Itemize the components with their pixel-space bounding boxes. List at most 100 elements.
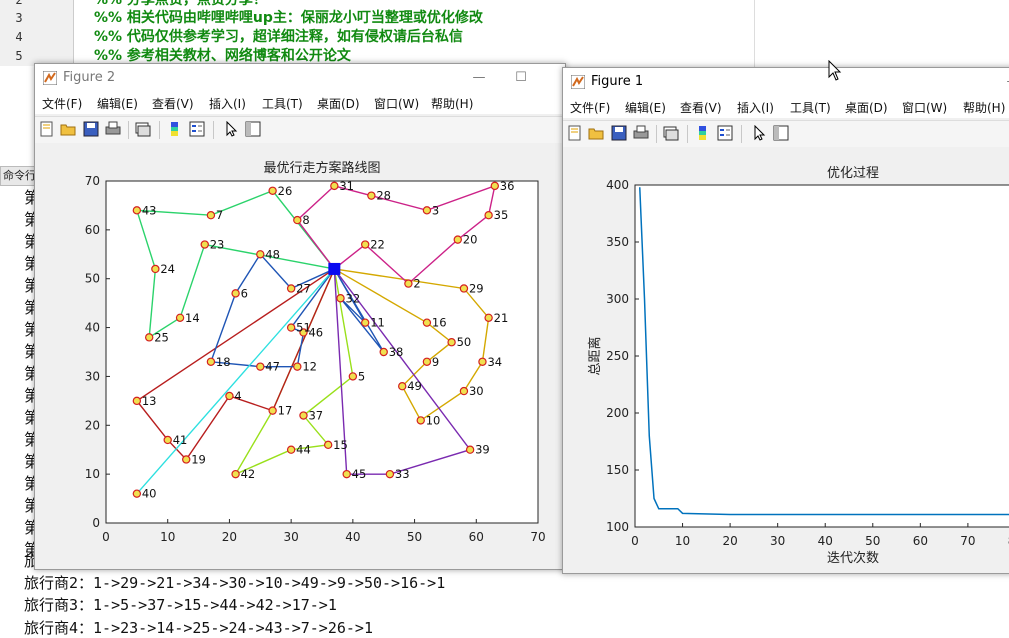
customer-point xyxy=(459,386,469,396)
legend-icon[interactable] xyxy=(189,121,205,137)
menu-item[interactable]: 桌面(D) xyxy=(317,95,360,112)
editor-line[interactable]: 4 %% 代码仅供参考学习，超详细注释，如有侵权请后台私信 xyxy=(0,27,1009,47)
customer-point xyxy=(330,181,339,191)
icon-shape xyxy=(87,123,95,128)
colorbar-icon[interactable] xyxy=(695,125,711,141)
point-label: 38 xyxy=(389,345,404,359)
customer-point xyxy=(286,284,296,293)
pointer-icon[interactable] xyxy=(223,121,239,137)
menu-item[interactable]: 文件(F) xyxy=(570,99,610,116)
menu-bar: 文件(F) 编辑(E) 查看(V) 插入(I) 工具(T) 桌面(D) 窗口(W) 帮助(H) xyxy=(35,92,565,114)
customer-point xyxy=(398,381,407,391)
figure-2-titlebar[interactable]: Figure 2 — ☐ xyxy=(35,64,565,92)
y-tick-label: 200 xyxy=(606,406,629,420)
menu-item[interactable]: 桌面(D) xyxy=(845,99,888,116)
print-icon[interactable] xyxy=(633,125,649,141)
maximize-button[interactable]: ☐ xyxy=(503,66,539,90)
figure-1-titlebar[interactable]: Figure 1 — xyxy=(563,68,1009,96)
line-number: 3 xyxy=(0,8,74,28)
point-label: 43 xyxy=(142,203,157,217)
code-editor[interactable]: 2 %% 分享点赞，点赞分享！ 3 %% 相关代码由哔哩哔哩up主：保丽龙小叮当… xyxy=(0,0,1009,70)
y-axis-label: 总距离 xyxy=(587,336,603,375)
matlab-logo-icon xyxy=(571,75,585,89)
command-output-line: 旅行商3：1->5->37->15->44->42->17->1 xyxy=(24,596,337,614)
icon-shape xyxy=(171,127,178,131)
customer-point xyxy=(293,362,302,371)
customer-point xyxy=(225,391,234,401)
point-label: 9 xyxy=(432,355,439,369)
customer-point xyxy=(348,372,358,381)
menu-item[interactable]: 编辑(E) xyxy=(97,95,138,112)
open-file-icon[interactable] xyxy=(60,121,76,137)
property-editor-icon[interactable] xyxy=(773,125,789,141)
x-tick-label: 70 xyxy=(530,530,545,544)
open-file-icon[interactable] xyxy=(588,125,604,141)
minimize-button[interactable]: — xyxy=(461,66,497,90)
icon-shape xyxy=(636,125,646,133)
print-icon[interactable] xyxy=(105,121,121,137)
customer-point xyxy=(132,489,142,498)
minimize-button[interactable]: — xyxy=(1003,70,1009,94)
menu-item[interactable]: 查看(V) xyxy=(152,95,194,112)
save-icon[interactable] xyxy=(83,121,99,137)
x-tick-label: 20 xyxy=(722,534,737,548)
customer-point xyxy=(132,396,142,406)
icon-shape xyxy=(699,131,706,135)
customer-point xyxy=(256,250,265,259)
point-label: 51 xyxy=(296,321,311,335)
menu-item[interactable]: 工具(T) xyxy=(262,95,303,112)
customer-point xyxy=(336,294,345,303)
figure-1-window[interactable]: Figure 1 — 文件(F) 编辑(E) 查看(V) 插入(I) 工具(T) 桌面(D… xyxy=(562,67,1009,574)
point-label: 34 xyxy=(487,355,502,369)
menu-item[interactable]: 帮助(H) xyxy=(431,95,473,112)
menu-item[interactable]: 窗口(W) xyxy=(374,95,419,112)
editor-line[interactable]: 3 %% 相关代码由哔哩哔哩up主：保丽龙小叮当整理或优化修改 xyxy=(0,8,1009,28)
y-tick-label: 300 xyxy=(606,292,629,306)
link-plot-icon[interactable] xyxy=(135,121,151,137)
y-tick-label: 30 xyxy=(85,369,100,383)
property-editor-icon[interactable] xyxy=(245,121,261,137)
route-chart: 最优行走方案路线图 0 10 20 30 40 50 60 70 0 10 20 30 40 50 60 70 2… xyxy=(85,160,546,544)
figure-2-window[interactable]: Figure 2 — ☐ 文件(F) 编辑(E) 查看(V) 插入(I) 工具(T) 桌面… xyxy=(34,63,566,570)
customer-point xyxy=(404,279,413,288)
chart-title: 优化过程 xyxy=(827,166,879,181)
customer-point xyxy=(151,264,160,274)
colorbar-icon[interactable] xyxy=(167,121,183,137)
new-figure-icon[interactable] xyxy=(39,121,55,137)
figure-toolbar xyxy=(35,116,565,144)
x-tick-label: 70 xyxy=(960,534,975,548)
icon-shape xyxy=(60,124,76,136)
toolbar-separator xyxy=(687,125,688,143)
link-plot-icon[interactable] xyxy=(663,125,679,141)
customer-point xyxy=(206,357,216,366)
menu-item[interactable]: 帮助(H) xyxy=(963,99,1005,116)
menu-item[interactable]: 工具(T) xyxy=(790,99,831,116)
point-label: 12 xyxy=(302,360,317,374)
menu-item[interactable]: 插入(I) xyxy=(737,99,774,116)
pointer-icon[interactable] xyxy=(751,125,767,141)
customer-point xyxy=(422,206,432,215)
x-tick-label: 60 xyxy=(469,530,484,544)
menu-item[interactable]: 窗口(W) xyxy=(902,99,947,116)
icon-shape xyxy=(665,129,679,141)
new-figure-icon[interactable] xyxy=(567,125,583,141)
point-label: 40 xyxy=(142,487,157,501)
icon-shape xyxy=(615,127,623,132)
menu-item[interactable]: 查看(V) xyxy=(680,99,722,116)
menu-item[interactable]: 文件(F) xyxy=(42,95,82,112)
route-plot-area: 最优行走方案路线图 0 10 20 30 40 50 60 70 0 10 20 30 40 50 60 70 2… xyxy=(35,143,565,569)
point-label: 11 xyxy=(370,316,385,330)
legend-icon[interactable] xyxy=(717,125,733,141)
point-label: 19 xyxy=(191,452,206,466)
point-label: 21 xyxy=(494,311,509,325)
figure-toolbar xyxy=(563,120,1009,148)
toolbar-separator xyxy=(213,121,214,139)
point-label: 50 xyxy=(457,335,472,349)
matlab-logo-icon xyxy=(43,71,57,85)
point-label: 14 xyxy=(185,311,200,325)
point-label: 24 xyxy=(160,262,175,276)
customer-point xyxy=(465,445,475,454)
menu-item[interactable]: 编辑(E) xyxy=(625,99,666,116)
menu-item[interactable]: 插入(I) xyxy=(209,95,246,112)
save-icon[interactable] xyxy=(611,125,627,141)
